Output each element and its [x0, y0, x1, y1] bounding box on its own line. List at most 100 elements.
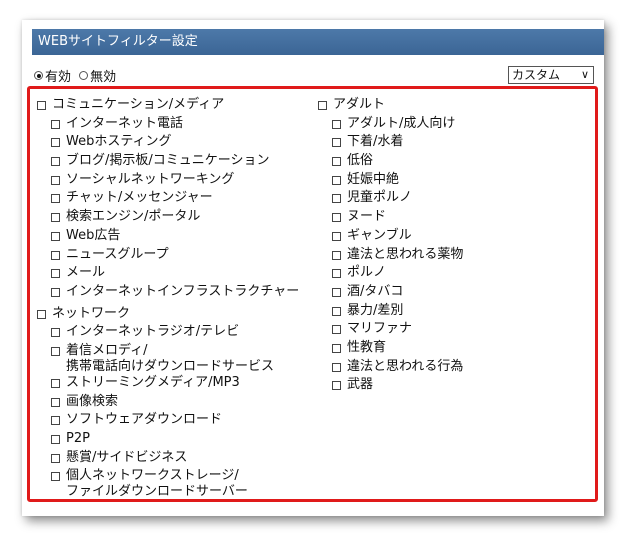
checkbox[interactable] — [332, 231, 341, 241]
filter-option[interactable]: ポルノ — [318, 265, 588, 284]
filter-option[interactable]: ニュースグループ — [37, 247, 317, 266]
checkbox[interactable] — [51, 157, 60, 167]
filter-option[interactable]: 懸賞/サイドビジネス — [37, 450, 317, 469]
filter-option[interactable]: ギャンブル — [318, 228, 588, 247]
checkbox[interactable] — [318, 101, 327, 110]
filter-option-label: 検索エンジン/ポータル — [66, 209, 201, 225]
checkbox[interactable] — [51, 346, 60, 356]
filter-option[interactable]: チャット/メッセンジャー — [37, 190, 317, 209]
checkbox[interactable] — [332, 325, 341, 335]
checkbox[interactable] — [51, 453, 60, 463]
panel-header: WEBサイトフィルター設定 — [32, 29, 604, 55]
checkbox[interactable] — [51, 250, 60, 260]
filter-option[interactable]: ソーシャルネットワーキング — [37, 172, 317, 191]
filter-option[interactable]: アダルト/成人向け — [318, 116, 588, 135]
filter-option-label: メール — [66, 265, 106, 281]
category-label: コミュニケーション/メディア — [52, 97, 225, 112]
category-label: アダルト — [333, 97, 386, 112]
filter-option-label: 個人ネットワークストレージ/ ファイルダウンロードサーバー — [66, 468, 248, 500]
filter-option[interactable]: Web広告 — [37, 228, 317, 247]
adult-subitems: アダルト/成人向け 下着/水着 低俗 妊娠中絶 児童ポルノ ヌード ギャンブル 違法と思われる… — [318, 116, 588, 396]
enabled-radio-indicator — [34, 71, 43, 80]
filter-option[interactable]: 画像検索 — [37, 394, 317, 413]
filter-option[interactable]: 違法と思われる行為 — [318, 359, 588, 378]
filter-option[interactable]: ソフトウェアダウンロード — [37, 412, 317, 431]
filter-option[interactable]: 検索エンジン/ポータル — [37, 209, 317, 228]
filter-option-label: 暴力/差別 — [347, 302, 404, 318]
checkbox[interactable] — [51, 138, 60, 148]
filter-option[interactable]: 武器 — [318, 377, 588, 396]
category-list-box: コミュニケーション/メディア インターネット電話 Webホスティング ブログ/掲示板… — [27, 86, 598, 502]
enabled-radio[interactable]: 有効 — [34, 66, 71, 85]
filter-option[interactable]: 個人ネットワークストレージ/ ファイルダウンロードサーバー — [37, 468, 317, 500]
filter-option[interactable]: 性教育 — [318, 340, 588, 359]
checkbox[interactable] — [332, 381, 341, 391]
filter-option[interactable]: 児童ポルノ — [318, 190, 588, 209]
filter-option[interactable]: インターネットインフラストラクチャー — [37, 284, 317, 303]
filter-option-label: 酒/タバコ — [347, 283, 404, 299]
checkbox[interactable] — [332, 138, 341, 148]
filter-option[interactable]: ヌード — [318, 209, 588, 228]
filter-option[interactable]: 着信メロディ/ 携帯電話向けダウンロードサービス — [37, 343, 317, 375]
filter-option[interactable]: インターネットラジオ/テレビ — [37, 324, 317, 343]
filter-option[interactable]: 低俗 — [318, 153, 588, 172]
filter-option-label: ニュースグループ — [66, 246, 169, 262]
checkbox[interactable] — [332, 250, 341, 260]
filter-option-label: ソーシャルネットワーキング — [66, 171, 235, 187]
checkbox[interactable] — [51, 472, 60, 482]
filter-option[interactable]: 妊娠中絶 — [318, 172, 588, 191]
filter-option[interactable]: 違法と思われる薬物 — [318, 247, 588, 266]
filter-option-label: チャット/メッセンジャー — [66, 190, 213, 206]
checkbox[interactable] — [51, 269, 60, 279]
chevron-down-icon: ∨ — [580, 68, 589, 81]
checkbox[interactable] — [51, 175, 60, 185]
checkbox[interactable] — [332, 175, 341, 185]
checkbox[interactable] — [51, 119, 60, 129]
checkbox[interactable] — [332, 269, 341, 279]
filter-option-label: 児童ポルノ — [347, 190, 413, 206]
category-network[interactable]: ネットワーク — [37, 306, 317, 325]
checkbox[interactable] — [37, 101, 46, 110]
filter-option[interactable]: マリファナ — [318, 321, 588, 340]
filter-option[interactable]: ストリーミングメディア/MP3 — [37, 375, 317, 394]
filter-option-label: アダルト/成人向け — [347, 115, 456, 131]
checkbox[interactable] — [332, 119, 341, 129]
disabled-radio[interactable]: 無効 — [79, 66, 116, 85]
filter-option-label: 着信メロディ/ 携帯電話向けダウンロードサービス — [66, 342, 275, 374]
checkbox[interactable] — [51, 435, 60, 444]
checkbox[interactable] — [332, 194, 341, 204]
checkbox[interactable] — [51, 287, 60, 297]
checkbox[interactable] — [51, 231, 60, 241]
checkbox[interactable] — [51, 397, 60, 407]
checkbox[interactable] — [332, 287, 341, 297]
filter-option[interactable]: Webホスティング — [37, 134, 317, 153]
profile-select[interactable]: カスタム ∨ — [508, 66, 594, 84]
filter-option-label: ソフトウェアダウンロード — [66, 412, 223, 428]
filter-option[interactable]: インターネット電話 — [37, 116, 317, 135]
filter-option-label: ヌード — [347, 209, 387, 225]
checkbox[interactable] — [332, 306, 341, 316]
filter-option[interactable]: ブログ/掲示板/コミュニケーション — [37, 153, 317, 172]
checkbox[interactable] — [51, 416, 60, 426]
filter-option-label: 武器 — [347, 377, 374, 393]
checkbox[interactable] — [51, 378, 60, 388]
filter-option[interactable]: 暴力/差別 — [318, 303, 588, 322]
category-communication[interactable]: コミュニケーション/メディア — [37, 97, 317, 116]
filter-option[interactable]: 酒/タバコ — [318, 284, 588, 303]
filter-option-label: 画像検索 — [66, 393, 119, 409]
enabled-radio-label: 有効 — [45, 70, 72, 85]
checkbox[interactable] — [51, 194, 60, 204]
checkbox[interactable] — [332, 343, 341, 353]
checkbox[interactable] — [51, 328, 60, 338]
filter-option[interactable]: メール — [37, 265, 317, 284]
filter-option[interactable]: 下着/水着 — [318, 134, 588, 153]
checkbox[interactable] — [51, 213, 60, 223]
filter-option-label: Web広告 — [66, 227, 121, 243]
filter-option[interactable]: P2P — [37, 431, 317, 450]
checkbox[interactable] — [332, 362, 341, 372]
checkbox[interactable] — [37, 309, 46, 319]
filter-option-label: インターネット電話 — [66, 115, 184, 131]
checkbox[interactable] — [332, 157, 341, 167]
category-adult[interactable]: アダルト — [318, 97, 588, 116]
checkbox[interactable] — [332, 213, 341, 223]
